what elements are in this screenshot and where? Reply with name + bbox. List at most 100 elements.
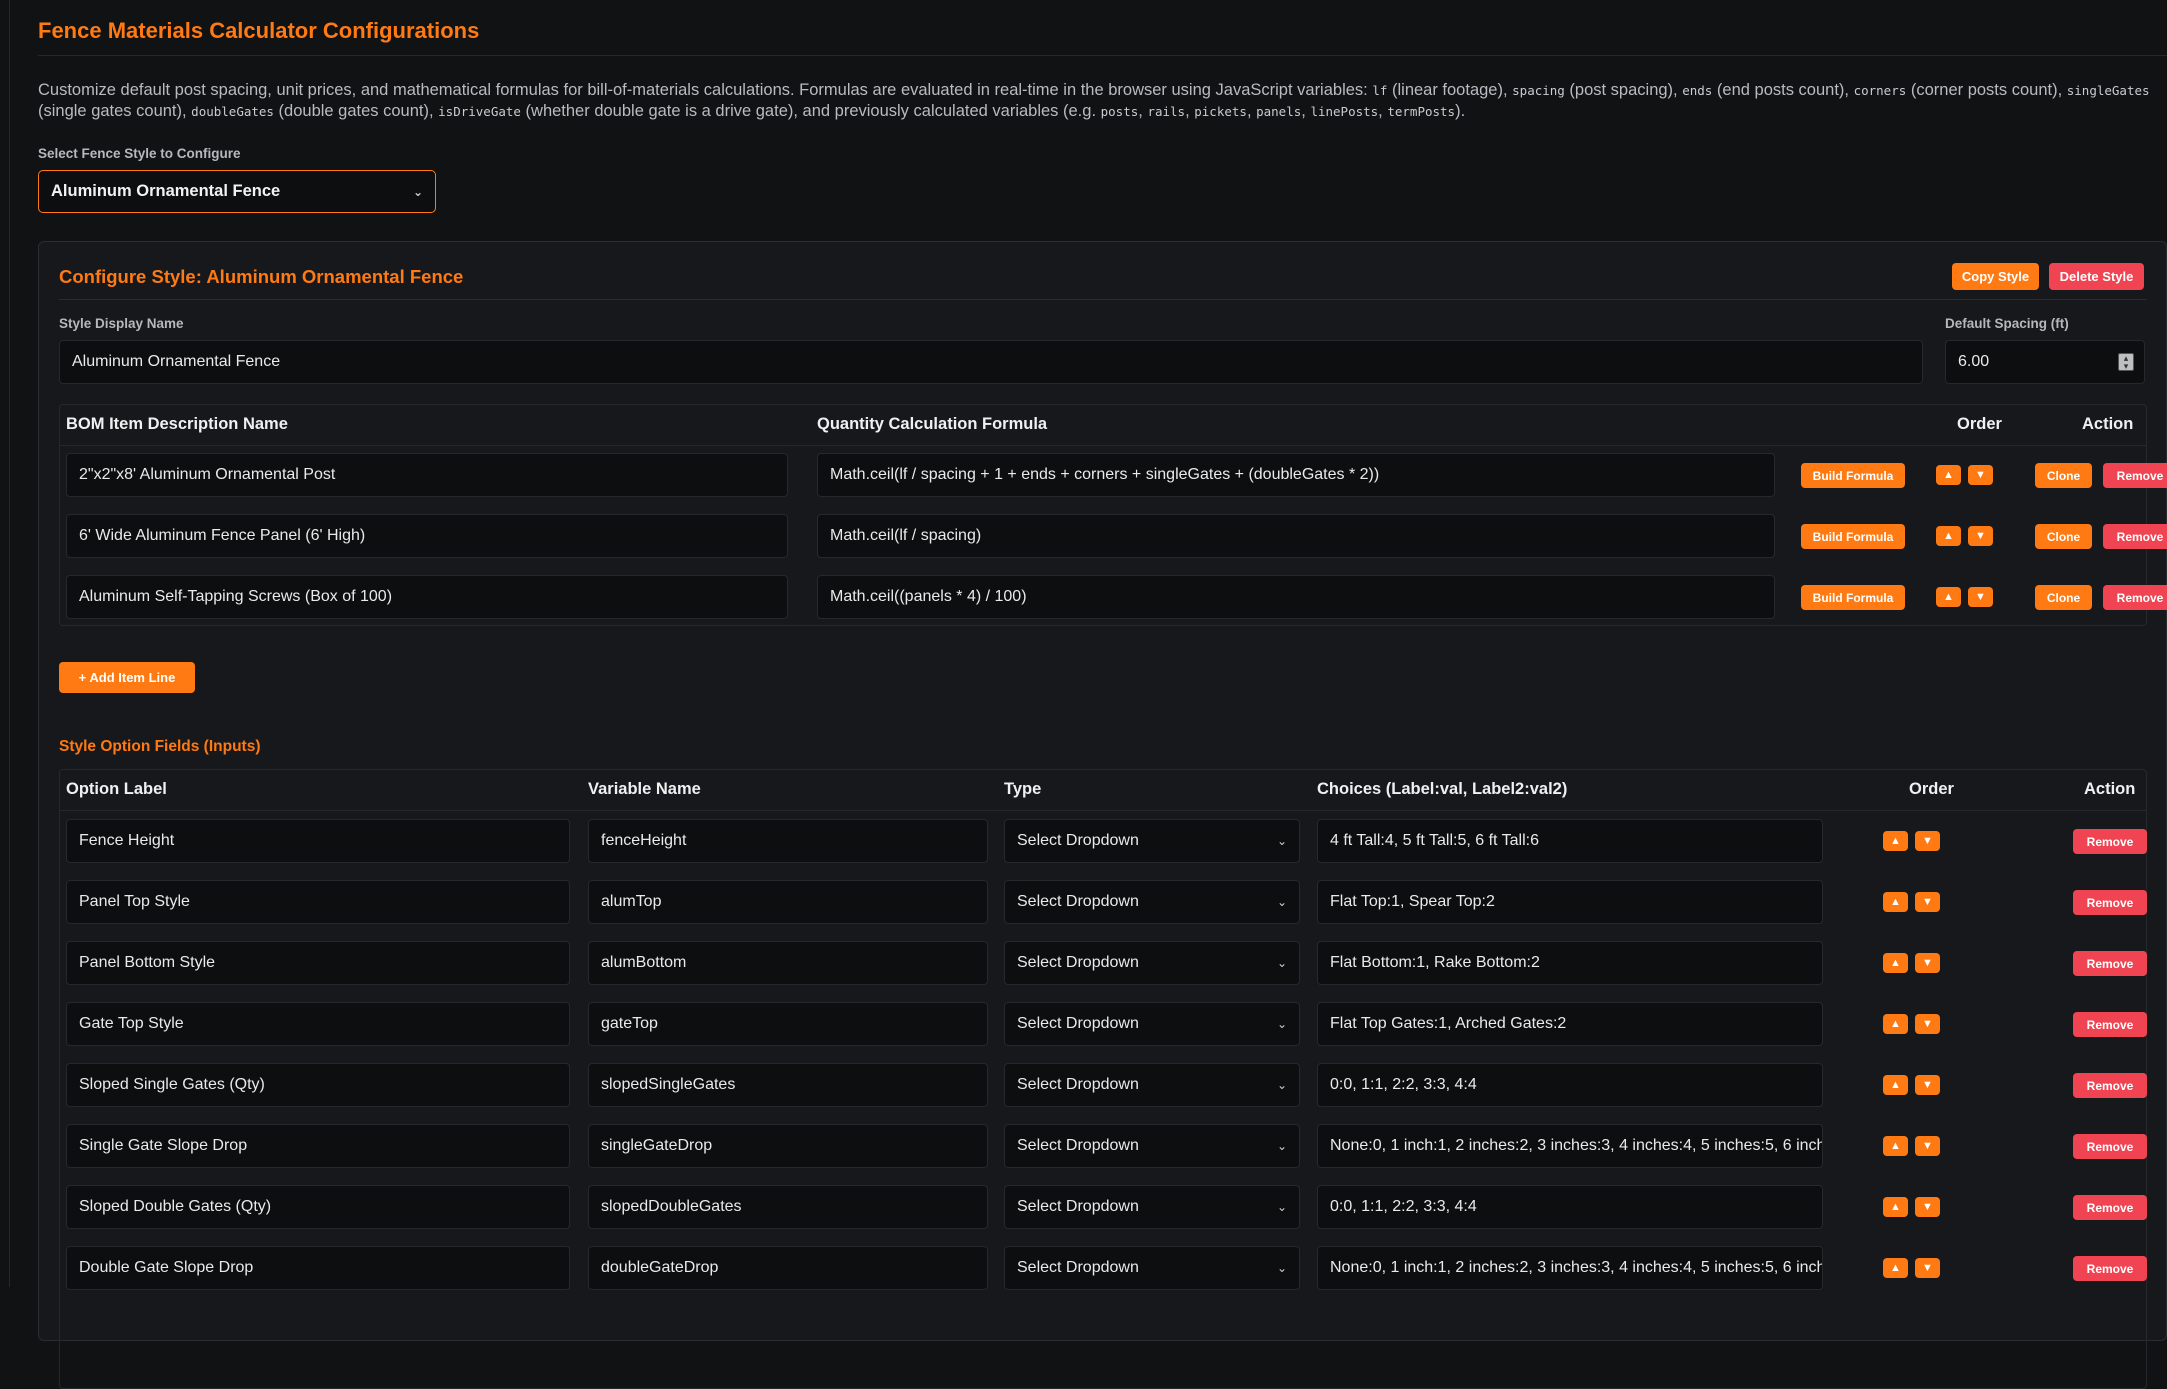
remove-button[interactable]: Remove [2103,585,2167,610]
move-down-button[interactable]: ▼ [1915,1258,1940,1278]
option-type-select[interactable]: Select Dropdown ⌄ [1004,1124,1300,1168]
default-spacing-input[interactable]: 6.00 ▴ ▾ [1945,340,2145,384]
remove-button[interactable]: Remove [2073,1012,2147,1037]
option-choices-input[interactable]: 0:0, 1:1, 2:2, 3:3, 4:4 [1317,1185,1823,1229]
move-down-button[interactable]: ▼ [1915,892,1940,912]
intro-text-part: (linear footage), [1387,81,1513,99]
move-down-button[interactable]: ▼ [1968,526,1993,546]
move-up-button[interactable]: ▲ [1883,1014,1908,1034]
move-down-button[interactable]: ▼ [1915,953,1940,973]
move-up-button[interactable]: ▲ [1883,953,1908,973]
move-down-button[interactable]: ▼ [1968,465,1993,485]
option-choices-input[interactable]: Flat Top Gates:1, Arched Gates:2 [1317,1002,1823,1046]
move-up-button[interactable]: ▲ [1883,831,1908,851]
move-down-button[interactable]: ▼ [1915,1014,1940,1034]
option-choices-input[interactable]: Flat Bottom:1, Rake Bottom:2 [1317,941,1823,985]
add-item-line-button[interactable]: + Add Item Line [59,662,195,693]
remove-button[interactable]: Remove [2073,1134,2147,1159]
bom-header-divider [60,445,2146,446]
option-choices-input[interactable]: None:0, 1 inch:1, 2 inches:2, 3 inches:3… [1317,1246,1823,1290]
option-choices-input[interactable]: 0:0, 1:1, 2:2, 3:3, 4:4 [1317,1063,1823,1107]
clone-button[interactable]: Clone [2035,463,2092,488]
remove-button[interactable]: Remove [2103,463,2167,488]
bom-name-input[interactable]: Aluminum Self-Tapping Screws (Box of 100… [66,575,788,619]
remove-button[interactable]: Remove [2073,951,2147,976]
build-formula-button[interactable]: Build Formula [1801,524,1905,549]
copy-style-button[interactable]: Copy Style [1952,263,2039,290]
remove-button[interactable]: Remove [2073,1256,2147,1281]
move-down-button[interactable]: ▼ [1915,831,1940,851]
move-up-button[interactable]: ▲ [1883,1197,1908,1217]
option-label-input[interactable]: Panel Top Style [66,880,570,924]
clone-button[interactable]: Clone [2035,585,2092,610]
style-select-value: Aluminum Ornamental Fence [51,182,281,200]
option-variable-input[interactable]: slopedDoubleGates [588,1185,988,1229]
delete-style-button[interactable]: Delete Style [2049,263,2144,290]
remove-button[interactable]: Remove [2103,524,2167,549]
remove-button[interactable]: Remove [2073,1195,2147,1220]
move-up-button[interactable]: ▲ [1883,1258,1908,1278]
option-type-select[interactable]: Select Dropdown ⌄ [1004,1063,1300,1107]
options-table: Option Label Variable Name Type Choices … [59,769,2147,1389]
option-variable-input[interactable]: slopedSingleGates [588,1063,988,1107]
option-type-select[interactable]: Select Dropdown ⌄ [1004,941,1300,985]
move-up-button[interactable]: ▲ [1883,892,1908,912]
option-variable-input[interactable]: doubleGateDrop [588,1246,988,1290]
option-type-select[interactable]: Select Dropdown ⌄ [1004,1246,1300,1290]
bom-formula-input[interactable]: Math.ceil(lf / spacing + 1 + ends + corn… [817,453,1775,497]
bom-formula-input[interactable]: Math.ceil((panels * 4) / 100) [817,575,1775,619]
spinner-icon[interactable]: ▴ ▾ [2118,353,2134,371]
intro-sep: , [1246,102,1257,120]
move-up-button[interactable]: ▲ [1936,465,1961,485]
var-ends: ends [1682,83,1713,98]
move-down-button[interactable]: ▼ [1915,1075,1940,1095]
clone-button[interactable]: Clone [2035,524,2092,549]
option-choices-input[interactable]: Flat Top:1, Spear Top:2 [1317,880,1823,924]
option-label-input[interactable]: Sloped Single Gates (Qty) [66,1063,570,1107]
option-variable-input[interactable]: alumTop [588,880,988,924]
move-up-button[interactable]: ▲ [1936,526,1961,546]
option-variable-input[interactable]: alumBottom [588,941,988,985]
move-up-button[interactable]: ▲ [1936,587,1961,607]
style-config-panel: Configure Style: Aluminum Ornamental Fen… [38,241,2167,1389]
bom-formula-input[interactable]: Math.ceil(lf / spacing) [817,514,1775,558]
option-type-select[interactable]: Select Dropdown ⌄ [1004,880,1300,924]
option-label-input[interactable]: Sloped Double Gates (Qty) [66,1185,570,1229]
intro-text-part: (post spacing), [1564,81,1683,99]
build-formula-button[interactable]: Build Formula [1801,463,1905,488]
intro-text-part: (end posts count), [1712,81,1854,99]
option-label-input[interactable]: Double Gate Slope Drop [66,1246,570,1290]
move-up-button[interactable]: ▲ [1883,1075,1908,1095]
option-choices-input[interactable]: None:0, 1 inch:1, 2 inches:2, 3 inches:3… [1317,1124,1823,1168]
options-header-variable: Variable Name [588,780,701,798]
move-down-button[interactable]: ▼ [1915,1197,1940,1217]
option-type-select[interactable]: Select Dropdown ⌄ [1004,1002,1300,1046]
option-variable-input[interactable]: gateTop [588,1002,988,1046]
remove-button[interactable]: Remove [2073,1073,2147,1098]
option-variable-input[interactable]: fenceHeight [588,819,988,863]
option-variable-input[interactable]: singleGateDrop [588,1124,988,1168]
display-name-input[interactable]: Aluminum Ornamental Fence [59,340,1923,384]
option-choices-input[interactable]: 4 ft Tall:4, 5 ft Tall:5, 6 ft Tall:6 [1317,819,1823,863]
remove-button[interactable]: Remove [2073,890,2147,915]
bom-name-input[interactable]: 6' Wide Aluminum Fence Panel (6' High) [66,514,788,558]
move-down-button[interactable]: ▼ [1968,587,1993,607]
build-formula-button[interactable]: Build Formula [1801,585,1905,610]
remove-button[interactable]: Remove [2073,829,2147,854]
chevron-down-icon: ⌄ [1276,1078,1287,1092]
move-down-button[interactable]: ▼ [1915,1136,1940,1156]
bom-header-action: Action [2082,415,2134,433]
style-select[interactable]: Aluminum Ornamental Fence ⌄ [38,170,436,213]
bom-name-input[interactable]: 2"x2"x8' Aluminum Ornamental Post [66,453,788,497]
panel-divider [59,299,2147,300]
move-up-button[interactable]: ▲ [1883,1136,1908,1156]
option-type-select[interactable]: Select Dropdown ⌄ [1004,819,1300,863]
option-label-input[interactable]: Gate Top Style [66,1002,570,1046]
option-label-input[interactable]: Panel Bottom Style [66,941,570,985]
bom-header-formula: Quantity Calculation Formula [817,415,1048,433]
chevron-down-icon: ⌄ [412,184,423,199]
option-label-input[interactable]: Single Gate Slope Drop [66,1124,570,1168]
option-type-select[interactable]: Select Dropdown ⌄ [1004,1185,1300,1229]
chevron-down-icon: ⌄ [1276,1261,1287,1275]
option-label-input[interactable]: Fence Height [66,819,570,863]
